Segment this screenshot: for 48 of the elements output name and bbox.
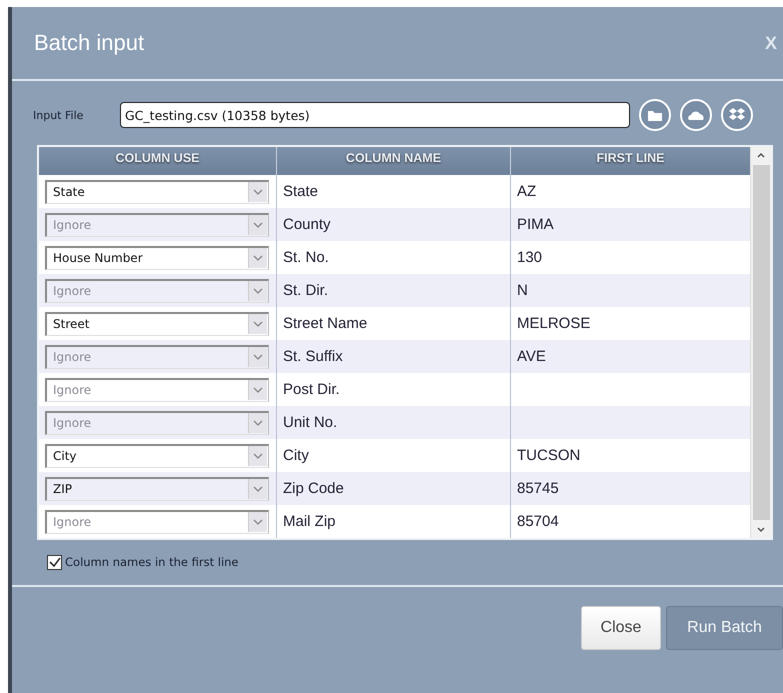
scrollbar[interactable] [750,147,771,538]
run-button[interactable]: Run Batch [666,606,783,650]
caret-icon [248,314,267,334]
table-cell-text: TUCSON [516,446,582,466]
column-use-dropdown[interactable]: Ignore [45,278,269,302]
folder-button[interactable] [639,99,671,131]
caret-icon [248,512,267,532]
caret-icon [248,182,267,202]
close-button[interactable]: X [764,32,777,54]
column-header: FIRST LINE [595,150,666,167]
table-cell-text: PIMA [516,215,555,235]
box-button[interactable] [721,99,753,131]
checkbox[interactable] [47,554,62,570]
table-cell: Mail Zip [277,505,511,538]
checkbox-label: Column names in the first line [65,555,239,569]
caret-icon [248,281,267,301]
column-use-dropdown[interactable]: City [45,444,269,468]
input-file-field[interactable]: GC_testing.csv (10358 bytes) [120,102,630,128]
window-title: Batch input [34,30,144,56]
column-use-dropdown[interactable]: Ignore [45,410,269,434]
column-use-dropdown[interactable]: Street [45,312,269,336]
caret-icon [248,215,267,235]
table-cell-text: AZ [516,182,538,202]
caret-icon [248,380,267,400]
column-use-dropdown[interactable]: House Number [45,246,269,270]
column-use-dropdown[interactable]: Ignore [45,378,269,402]
column-use-dropdown[interactable]: Ignore [45,212,269,236]
cloud-button[interactable] [680,99,712,131]
table-cell-text: MELROSE [516,314,592,334]
box-icon [728,107,746,123]
column-use-dropdown[interactable]: State [45,180,269,204]
table-cell-text: 85745 [516,479,560,499]
caret-icon [248,413,267,433]
caret-icon [248,479,267,499]
column-use-dropdown[interactable]: ZIP [45,476,269,500]
caret-icon [248,347,267,367]
table-cell-text: N [516,281,529,301]
table-cell-text: 85704 [516,512,560,532]
table-cell-text: AVE [516,347,547,367]
close-button[interactable]: Close [581,606,661,650]
input-file-label: Input File [33,108,84,122]
folder-icon [647,108,663,122]
cloud-icon [687,110,705,120]
column-use-dropdown[interactable]: Ignore [45,344,269,368]
column-use-dropdown[interactable]: Ignore [45,510,269,534]
caret-icon [248,446,267,466]
caret-icon [248,248,267,268]
table-cell-text: 130 [516,248,544,268]
